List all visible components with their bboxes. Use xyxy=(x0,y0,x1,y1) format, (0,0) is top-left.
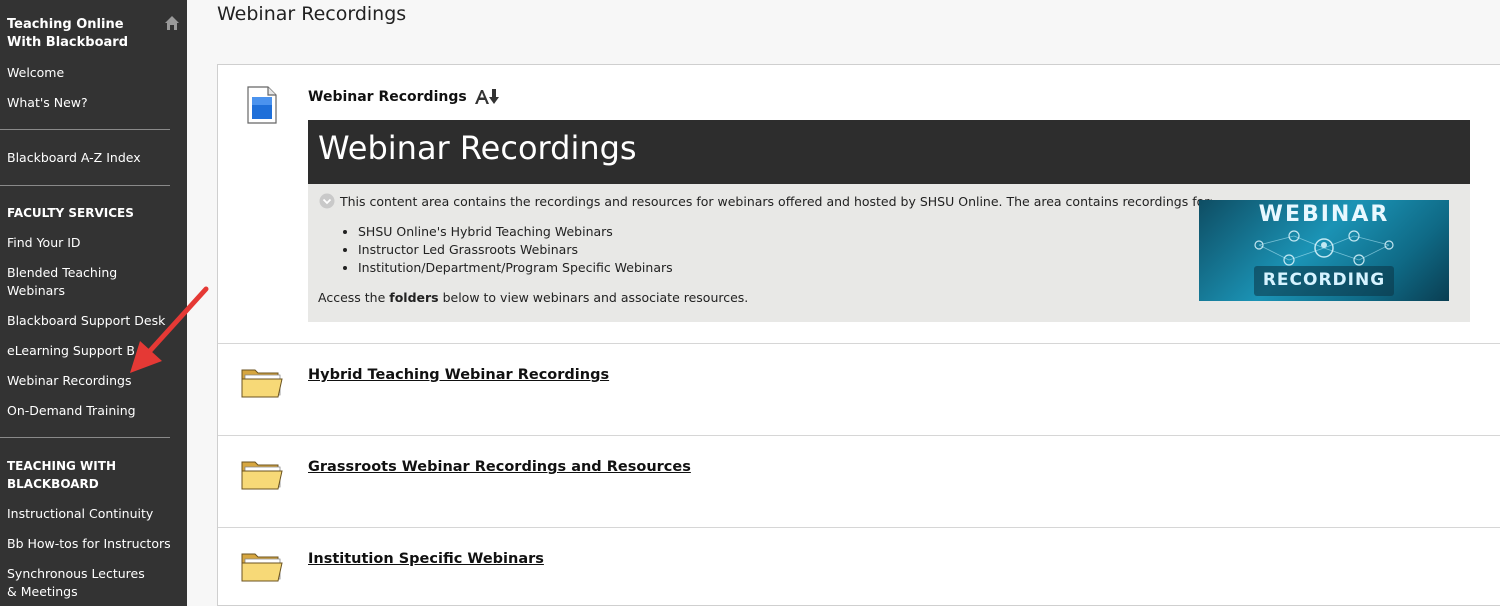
bullet-item: Instructor Led Grassroots Webinars xyxy=(358,241,673,259)
folder-item: Institution Specific Webinars xyxy=(218,528,1500,606)
banner-heading: Webinar Recordings xyxy=(318,129,637,167)
nav-item-webinar-recordings[interactable]: Webinar Recordings xyxy=(7,372,131,390)
item-banner: Webinar Recordings xyxy=(308,120,1470,184)
collapse-chevron-icon[interactable] xyxy=(319,193,335,209)
bullet-item: SHSU Online's Hybrid Teaching Webinars xyxy=(358,223,673,241)
sort-options-icon[interactable] xyxy=(474,88,500,106)
description-intro-line: This content area contains the recording… xyxy=(319,193,1213,209)
course-title[interactable]: Teaching Online With Blackboard xyxy=(7,16,157,52)
page-title: Webinar Recordings xyxy=(217,3,407,25)
access-suffix: below to view webinars and associate res… xyxy=(438,290,749,305)
nav-item-elearning-support[interactable]: eLearning Support B xyxy=(7,342,135,360)
nav-item-find-your-id[interactable]: Find Your ID xyxy=(7,234,81,252)
description-bullet-list: SHSU Online's Hybrid Teaching Webinars I… xyxy=(338,223,673,277)
folder-icon xyxy=(241,553,283,582)
home-icon[interactable] xyxy=(164,15,180,31)
nav-heading-faculty-services: FACULTY SERVICES xyxy=(7,206,134,220)
nav-divider xyxy=(0,437,170,438)
nav-divider xyxy=(0,129,170,130)
document-icon xyxy=(247,86,277,124)
nav-item-az-index[interactable]: Blackboard A-Z Index xyxy=(7,149,141,167)
access-bold: folders xyxy=(389,290,439,305)
nav-item-bb-how-tos[interactable]: Bb How-tos for Instructors xyxy=(7,535,171,553)
nav-item-welcome[interactable]: Welcome xyxy=(7,64,64,82)
content-item-webinar-recordings: Webinar Recordings Webinar Recordings Th… xyxy=(218,65,1500,343)
folder-icon xyxy=(241,369,283,398)
description-access-text: Access the folders below to view webinar… xyxy=(318,290,748,305)
image-text-webinar: WEBINAR xyxy=(1258,202,1390,227)
nav-heading-teaching-with-blackboard: TEACHING WITH BLACKBOARD xyxy=(7,459,116,491)
access-prefix: Access the xyxy=(318,290,390,305)
item-title[interactable]: Webinar Recordings xyxy=(308,89,467,105)
image-text-recording: RECORDING xyxy=(1262,270,1386,290)
nav-item-instructional-continuity[interactable]: Instructional Continuity xyxy=(7,505,153,523)
nav-item-on-demand-training[interactable]: On-Demand Training xyxy=(7,402,136,420)
item-description: This content area contains the recording… xyxy=(308,184,1470,322)
nav-item-synchronous-lectures[interactable]: Synchronous Lectures & Meetings xyxy=(7,565,157,601)
item-title-row: Webinar Recordings xyxy=(308,88,500,106)
description-intro: This content area contains the recording… xyxy=(340,193,1214,209)
folder-link-grassroots[interactable]: Grassroots Webinar Recordings and Resour… xyxy=(308,459,691,475)
nav-item-whats-new[interactable]: What's New? xyxy=(7,94,88,112)
folder-link-institution-specific[interactable]: Institution Specific Webinars xyxy=(308,551,544,567)
nav-divider xyxy=(0,185,170,186)
bullet-item: Institution/Department/Program Specific … xyxy=(358,259,673,277)
annotation-arrow-icon xyxy=(130,286,209,373)
folder-icon xyxy=(241,461,283,490)
folder-item: Hybrid Teaching Webinar Recordings xyxy=(218,344,1500,435)
content-list: Webinar Recordings Webinar Recordings Th… xyxy=(217,64,1500,606)
folder-item: Grassroots Webinar Recordings and Resour… xyxy=(218,436,1500,527)
folder-link-hybrid-teaching[interactable]: Hybrid Teaching Webinar Recordings xyxy=(308,367,609,383)
webinar-recording-image: WEBINAR RECORDING xyxy=(1199,200,1449,301)
